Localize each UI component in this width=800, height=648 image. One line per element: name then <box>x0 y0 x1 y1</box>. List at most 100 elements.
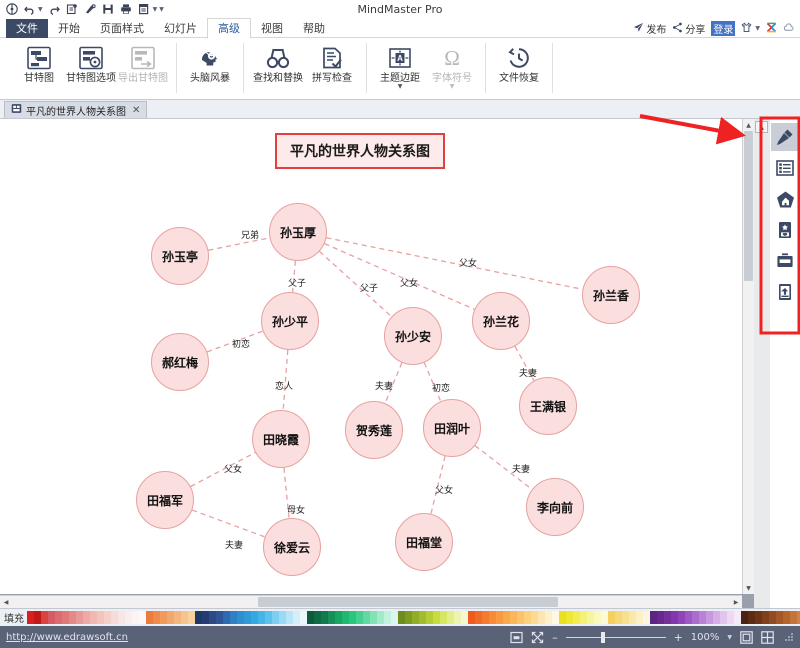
save-icon[interactable] <box>102 3 115 16</box>
color-swatch[interactable] <box>62 611 69 624</box>
color-swatch[interactable] <box>335 611 342 624</box>
status-url-link[interactable]: http://www.edrawsoft.cn <box>0 632 128 643</box>
color-swatch[interactable] <box>349 611 356 624</box>
color-swatch[interactable] <box>510 611 517 624</box>
color-swatch[interactable] <box>447 611 454 624</box>
zoom-slider-knob[interactable] <box>600 631 605 643</box>
collapse-panel-icon[interactable]: ▲ <box>755 121 768 133</box>
color-swatch[interactable] <box>342 611 349 624</box>
color-swatch[interactable] <box>713 611 720 624</box>
color-swatch[interactable] <box>97 611 104 624</box>
font-symbol-dropdown-icon[interactable]: ▼ <box>450 84 455 90</box>
color-swatch[interactable] <box>139 611 146 624</box>
gantt-export-button[interactable]: 导出甘特图 <box>117 41 169 84</box>
shirt-dropdown-icon[interactable]: ▼ <box>755 25 760 32</box>
color-swatch[interactable] <box>433 611 440 624</box>
diagram-node[interactable]: 孙兰花 <box>472 292 530 350</box>
color-swatch[interactable] <box>76 611 83 624</box>
color-swatch[interactable] <box>643 611 650 624</box>
color-swatch[interactable] <box>384 611 391 624</box>
color-swatch[interactable] <box>251 611 258 624</box>
color-swatch[interactable] <box>790 611 797 624</box>
ribbon-tab-advanced[interactable]: 高级 <box>207 18 251 39</box>
color-swatch[interactable] <box>223 611 230 624</box>
diagram-edge-label[interactable]: 恋人 <box>275 379 293 392</box>
color-swatch[interactable] <box>167 611 174 624</box>
color-swatch[interactable] <box>594 611 601 624</box>
diagram-node[interactable]: 郝红梅 <box>151 333 209 391</box>
color-swatch[interactable] <box>419 611 426 624</box>
color-swatch[interactable] <box>377 611 384 624</box>
upload-cloud-icon[interactable] <box>771 278 799 306</box>
diagram-edge-label[interactable]: 父女 <box>459 256 477 269</box>
diagram-node[interactable]: 田福堂 <box>395 513 453 571</box>
scroll-up-icon[interactable]: ▲ <box>743 119 754 131</box>
color-swatch[interactable] <box>69 611 76 624</box>
color-swatch[interactable] <box>244 611 251 624</box>
canvas-area[interactable] <box>0 119 754 594</box>
color-swatch[interactable] <box>258 611 265 624</box>
diagram-edge-label[interactable]: 夫妻 <box>375 379 393 392</box>
grid-view-icon[interactable] <box>761 630 774 644</box>
diagram-edge-label[interactable]: 母女 <box>287 503 305 516</box>
color-swatch[interactable] <box>272 611 279 624</box>
diagram-title-box[interactable]: 平凡的世界人物关系图 <box>275 133 445 169</box>
file-recovery-button[interactable]: 文件恢复 <box>493 41 545 84</box>
color-swatch[interactable] <box>104 611 111 624</box>
color-swatch[interactable] <box>482 611 489 624</box>
format-painter-icon[interactable] <box>771 123 799 151</box>
zoom-out-icon[interactable]: – <box>552 631 558 644</box>
ribbon-tab-help[interactable]: 帮助 <box>293 19 335 38</box>
favorites-icon[interactable] <box>771 216 799 244</box>
color-swatch[interactable] <box>769 611 776 624</box>
diagram-node[interactable]: 孙玉亭 <box>151 227 209 285</box>
vertical-scroll-thumb[interactable] <box>744 131 753 281</box>
color-swatch[interactable] <box>216 611 223 624</box>
color-swatch[interactable] <box>699 611 706 624</box>
zoom-slider[interactable] <box>565 631 666 643</box>
color-swatch[interactable] <box>363 611 370 624</box>
color-swatch[interactable] <box>587 611 594 624</box>
qat-dropdown-icon[interactable]: ▼ <box>159 6 164 13</box>
color-swatch[interactable] <box>566 611 573 624</box>
color-swatch[interactable] <box>405 611 412 624</box>
color-swatch[interactable] <box>762 611 769 624</box>
color-swatch[interactable] <box>314 611 321 624</box>
color-swatch[interactable] <box>720 611 727 624</box>
diagram-node[interactable]: 孙玉厚 <box>269 203 327 261</box>
color-swatch[interactable] <box>503 611 510 624</box>
ribbon-tab-slides[interactable]: 幻灯片 <box>154 19 207 38</box>
archive-icon[interactable] <box>771 247 799 275</box>
diagram-node[interactable]: 孙兰香 <box>582 266 640 324</box>
color-swatch[interactable] <box>629 611 636 624</box>
color-swatch[interactable] <box>153 611 160 624</box>
app-logo-icon[interactable] <box>5 3 18 16</box>
spell-check-button[interactable]: 拼写检查 <box>305 41 359 84</box>
color-swatch[interactable] <box>657 611 664 624</box>
zoom-in-icon[interactable]: + <box>674 631 683 644</box>
ribbon-tab-view[interactable]: 视图 <box>251 19 293 38</box>
theme-icon[interactable] <box>84 3 97 16</box>
redo-icon[interactable] <box>48 3 61 16</box>
color-swatch[interactable] <box>230 611 237 624</box>
cloud-icon[interactable] <box>783 22 794 35</box>
diagram-edge-label[interactable]: 父女 <box>400 276 418 289</box>
outline-list-icon[interactable] <box>771 154 799 182</box>
diagram-edge-label[interactable]: 夫妻 <box>225 538 243 551</box>
color-swatch[interactable] <box>727 611 734 624</box>
scroll-down-icon[interactable]: ▼ <box>743 582 754 594</box>
scroll-right-icon[interactable]: ▶ <box>730 596 742 608</box>
login-button[interactable]: 登录 <box>711 21 736 36</box>
color-swatch[interactable] <box>685 611 692 624</box>
diagram-node[interactable]: 孙少安 <box>384 307 442 365</box>
print-icon[interactable] <box>120 3 133 16</box>
color-swatch[interactable] <box>202 611 209 624</box>
color-swatch[interactable] <box>188 611 195 624</box>
color-swatch[interactable] <box>146 611 153 624</box>
color-swatch[interactable] <box>237 611 244 624</box>
ribbon-tab-file[interactable]: 文件 <box>6 19 48 38</box>
horizontal-scroll-thumb[interactable] <box>258 597 558 607</box>
color-swatch[interactable] <box>461 611 468 624</box>
gantt-options-button[interactable]: 甘特图选项 <box>65 41 117 84</box>
color-swatch[interactable] <box>286 611 293 624</box>
